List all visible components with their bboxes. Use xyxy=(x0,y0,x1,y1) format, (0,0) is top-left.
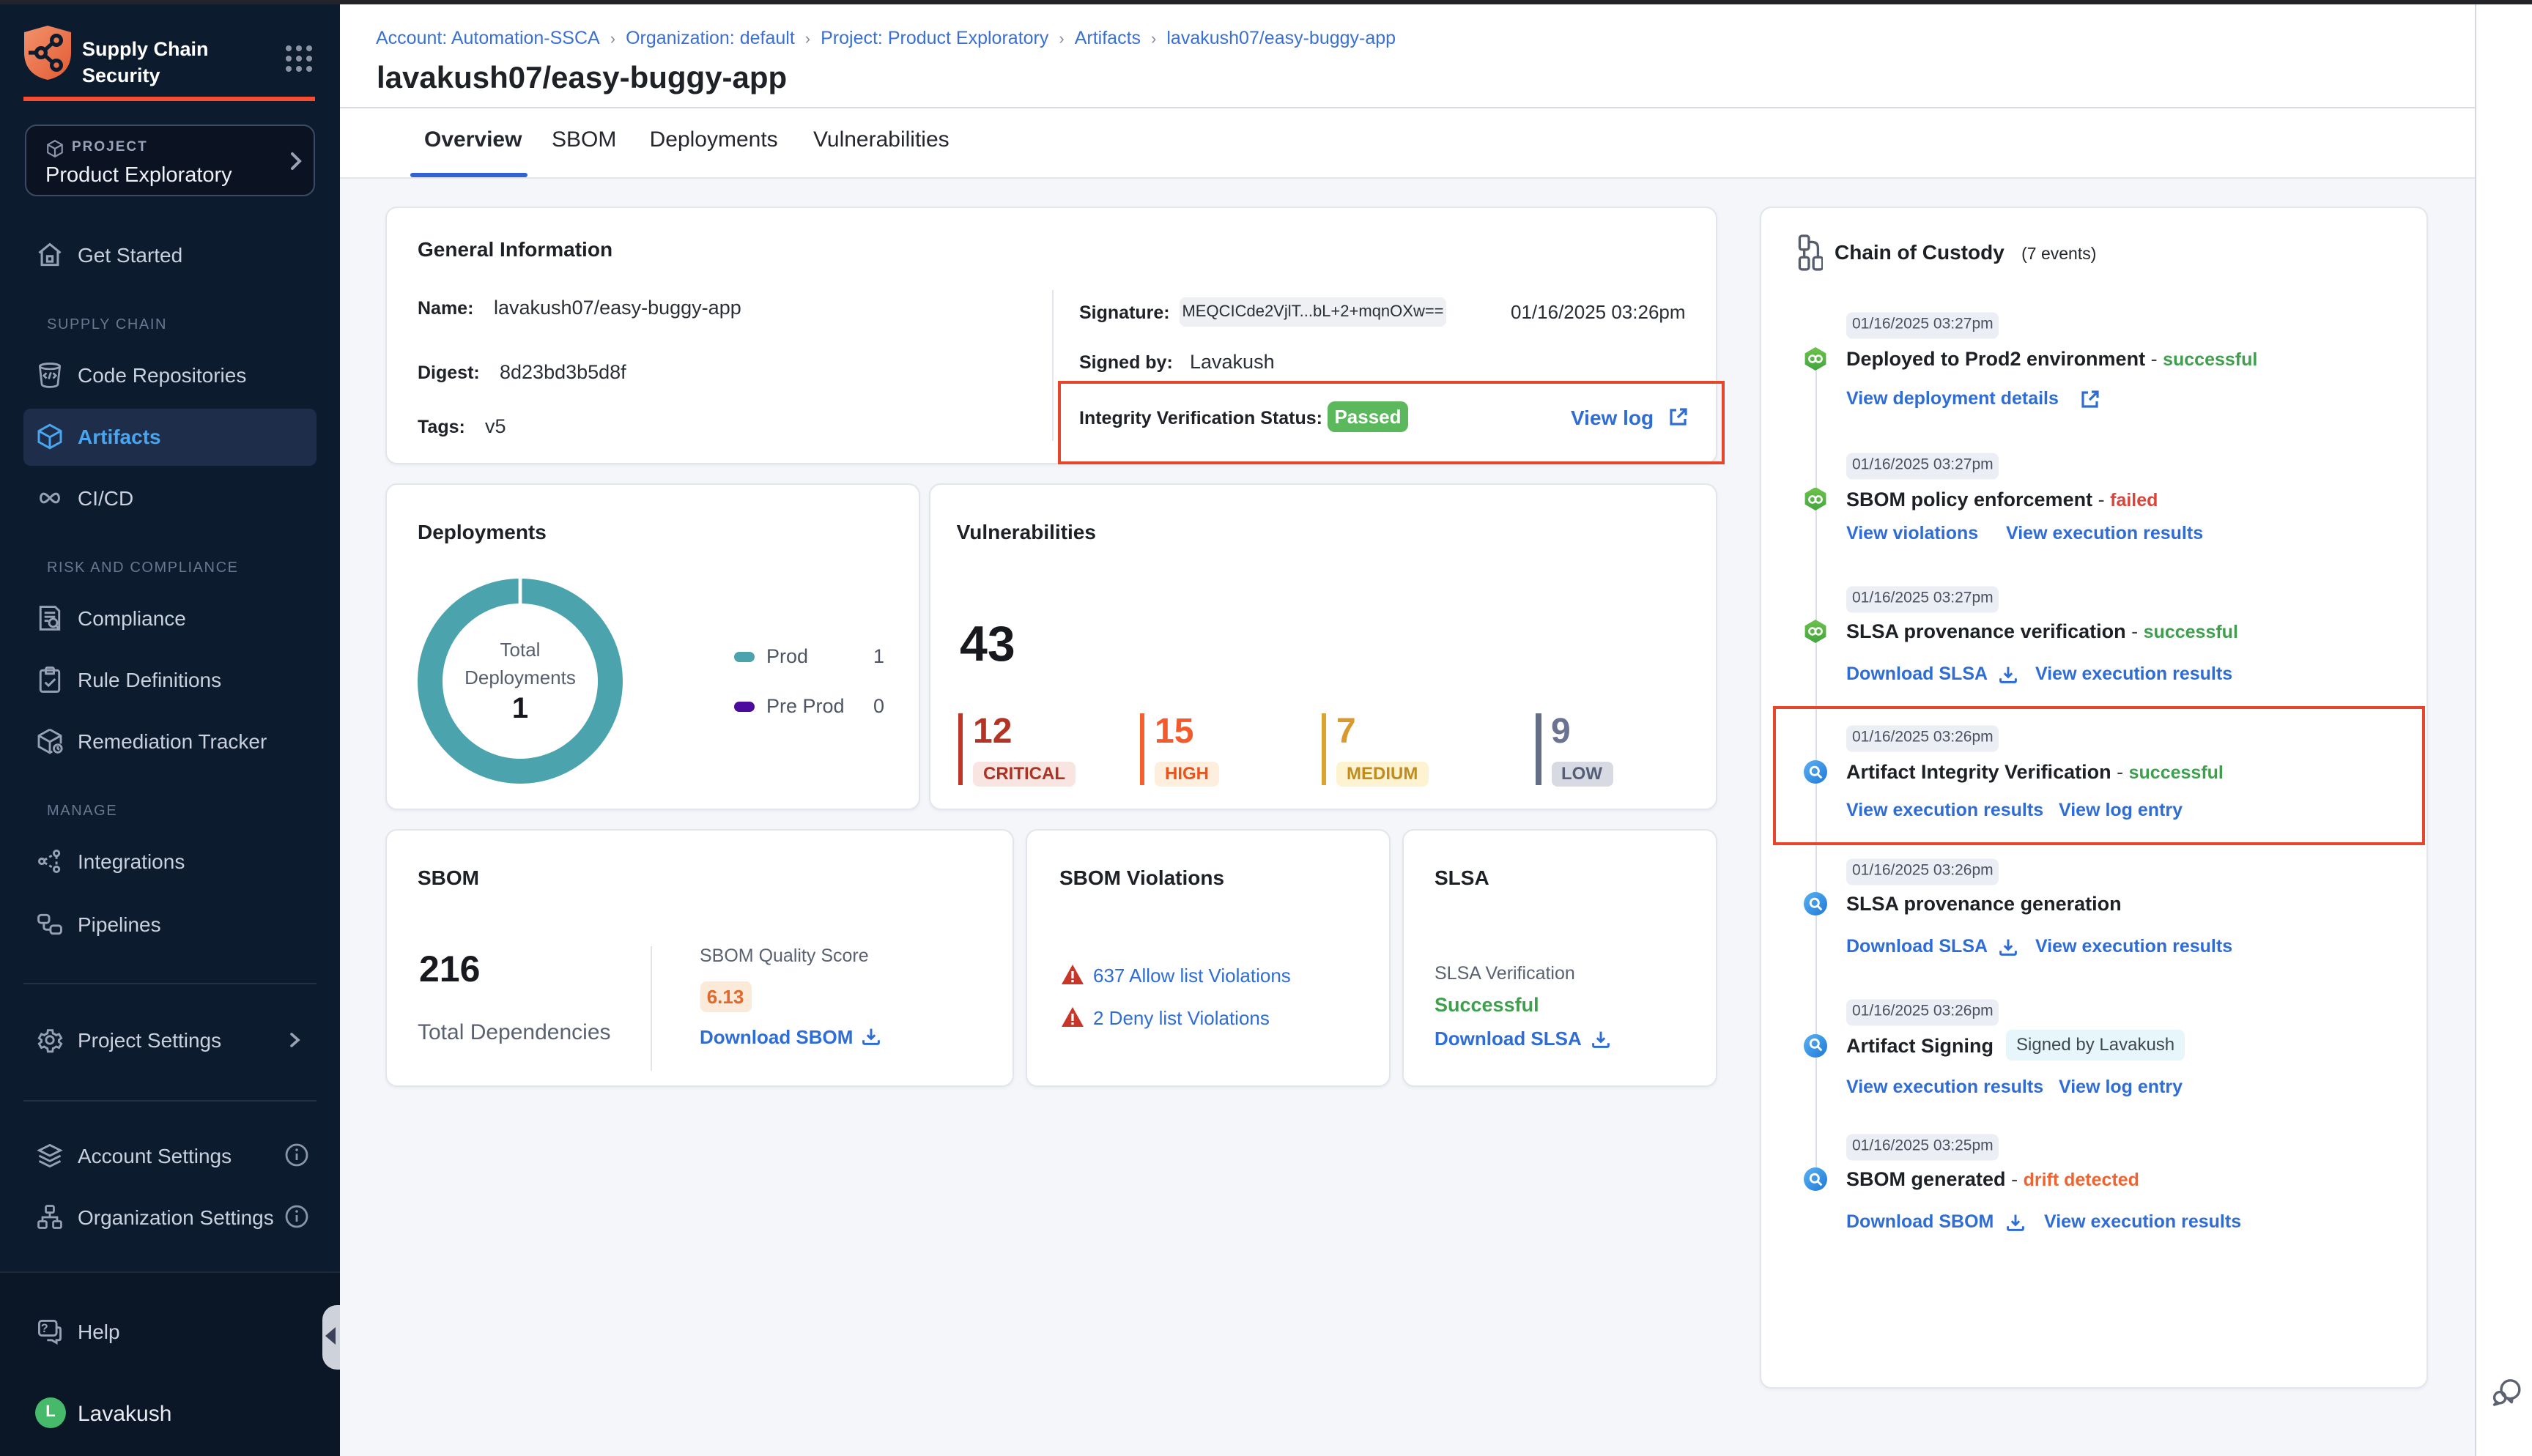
svg-text:?: ? xyxy=(41,1321,48,1334)
